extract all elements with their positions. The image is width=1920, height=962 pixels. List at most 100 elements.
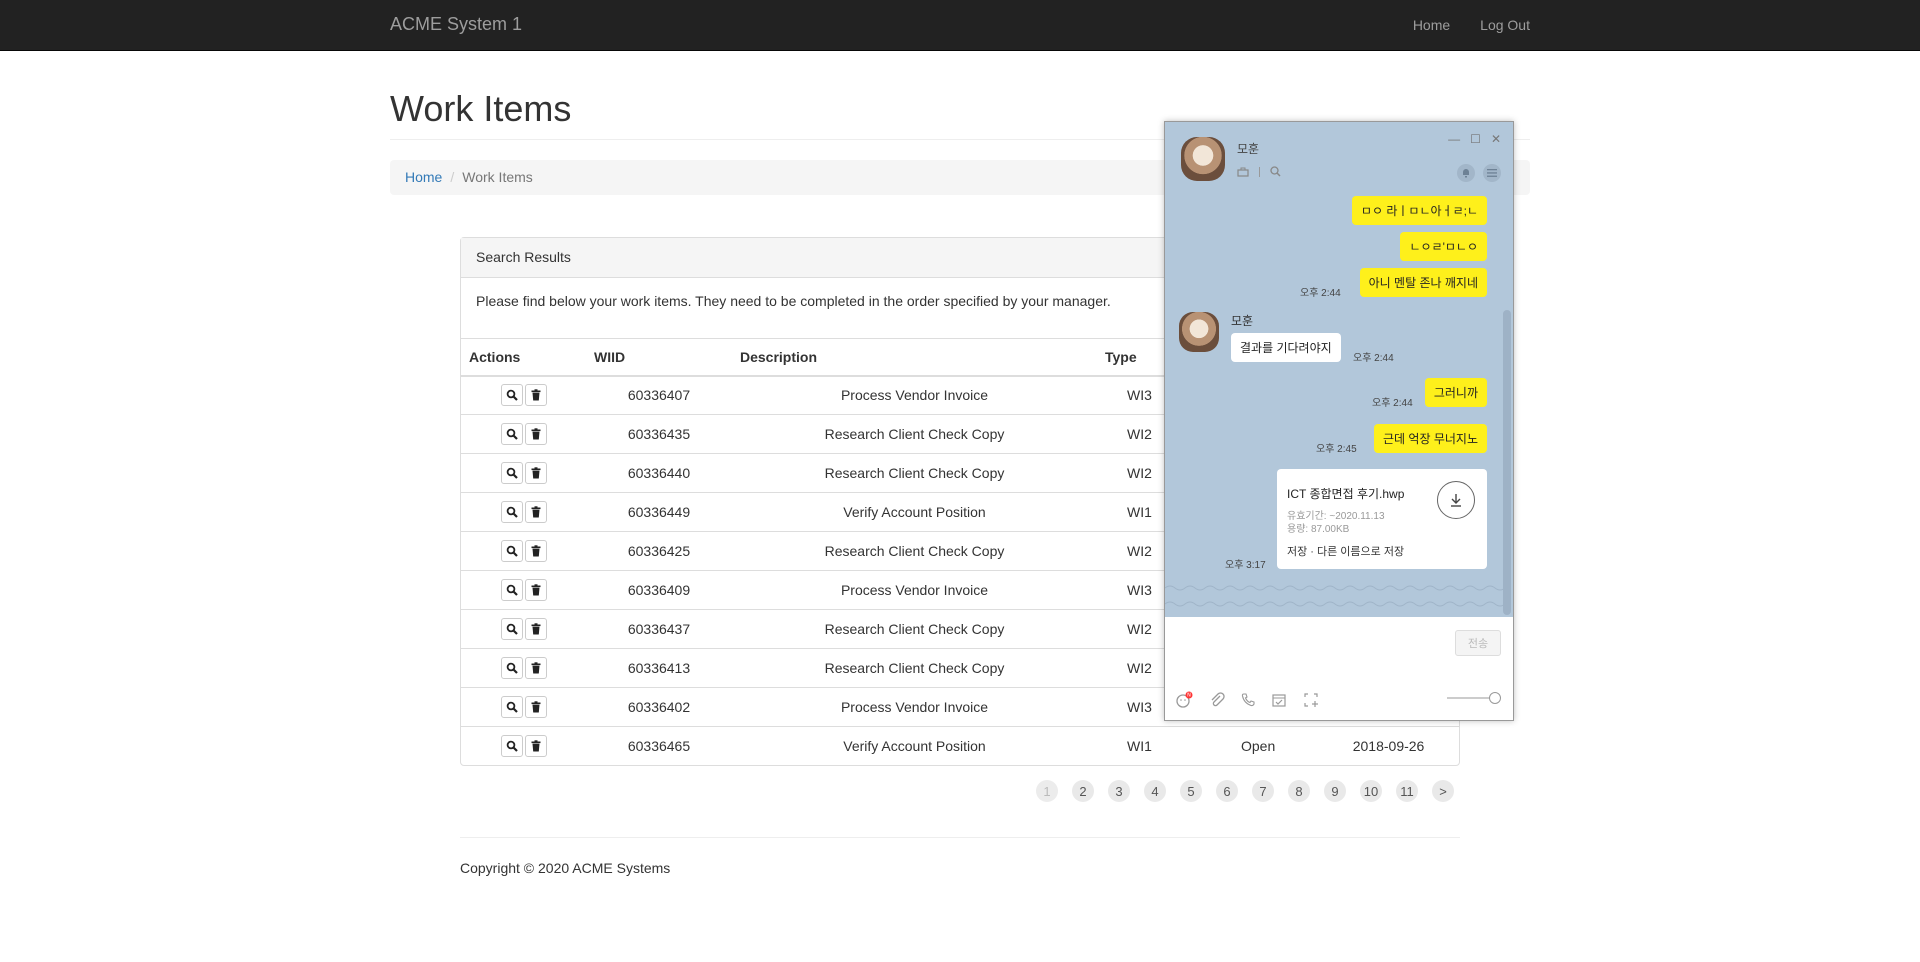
search-icon <box>506 506 518 518</box>
cell-description: Process Vendor Invoice <box>732 570 1097 610</box>
emoticon-icon[interactable]: N <box>1175 691 1193 712</box>
attach-icon[interactable] <box>1209 692 1225 711</box>
calendar-icon[interactable] <box>1271 692 1287 711</box>
cell-description: Research Client Check Copy <box>732 531 1097 571</box>
view-button[interactable] <box>500 462 523 484</box>
cell-description: Verify Account Position <box>732 726 1097 766</box>
cell-actions <box>461 570 586 610</box>
view-button[interactable] <box>500 501 523 523</box>
cell-wiid: 60336440 <box>586 453 732 493</box>
cell-wiid: 60336425 <box>586 531 732 571</box>
cell-wiid: 60336449 <box>586 492 732 532</box>
chat-input-area[interactable]: 전송 N <box>1165 617 1513 720</box>
close-button[interactable]: ✕ <box>1491 132 1501 146</box>
pagination-page[interactable]: 9 <box>1324 780 1346 802</box>
page-title: Work Items <box>390 88 572 129</box>
briefcase-icon[interactable] <box>1237 164 1249 180</box>
sender-name: 모훈 <box>1231 314 1254 328</box>
cell-wiid: 60336409 <box>586 570 732 610</box>
menu-icon[interactable] <box>1483 164 1501 182</box>
breadcrumb-home[interactable]: Home <box>405 169 442 185</box>
bell-icon[interactable] <box>1457 164 1475 182</box>
pagination-page[interactable]: 3 <box>1108 780 1130 802</box>
header-divider <box>1259 167 1260 177</box>
col-description: Description <box>732 338 1097 377</box>
contact-avatar[interactable] <box>1181 137 1225 181</box>
chat-header[interactable]: 모훈 — ☐ ✕ <box>1165 122 1513 192</box>
pagination-page[interactable]: 4 <box>1144 780 1166 802</box>
search-icon[interactable] <box>1270 164 1281 180</box>
file-attachment-card[interactable]: ICT 종합면접 후기.hwp 유효기간: ~2020.11.13 용량: 87… <box>1277 469 1487 569</box>
cell-actions <box>461 531 586 571</box>
wave-divider <box>1165 585 1503 607</box>
breadcrumb-current: Work Items <box>462 169 533 185</box>
brand[interactable]: ACME System 1 <box>390 14 522 35</box>
send-button[interactable]: 전송 <box>1455 630 1501 656</box>
download-icon[interactable] <box>1437 481 1475 519</box>
cell-actions <box>461 609 586 649</box>
pagination-next[interactable]: > <box>1432 780 1454 802</box>
chat-window[interactable]: 모훈 — ☐ ✕ ㅁㅇ 라ㅣㅁㄴ아ㅓㄹ;ㄴ ㄴㅇㄹ'ㅁㄴㅇ 아니 멘탈 존나 깨… <box>1164 121 1514 721</box>
delete-button[interactable] <box>524 579 547 601</box>
message-time: 오후 2:44 <box>1353 353 1394 364</box>
view-button[interactable] <box>500 696 523 718</box>
delete-button[interactable] <box>524 618 547 640</box>
view-button[interactable] <box>500 657 523 679</box>
delete-button[interactable] <box>524 696 547 718</box>
chat-scrollbar[interactable] <box>1503 310 1511 615</box>
message-bubble-other[interactable]: 결과를 기다려야지 <box>1231 333 1341 362</box>
pagination-page[interactable]: 6 <box>1216 780 1238 802</box>
trash-icon <box>531 506 540 518</box>
delete-button[interactable] <box>524 501 547 523</box>
view-button[interactable] <box>500 540 523 562</box>
minimize-button[interactable]: — <box>1448 132 1460 146</box>
delete-button[interactable] <box>524 540 547 562</box>
trash-icon <box>531 623 540 635</box>
pagination-page[interactable]: 8 <box>1288 780 1310 802</box>
view-button[interactable] <box>500 423 523 445</box>
message-bubble-me[interactable]: 아니 멘탈 존나 깨지네 <box>1359 268 1487 297</box>
pagination-page[interactable]: 2 <box>1072 780 1094 802</box>
maximize-button[interactable]: ☐ <box>1470 132 1481 146</box>
slider-handle[interactable] <box>1489 692 1501 704</box>
contact-name: 모훈 <box>1237 142 1260 156</box>
nav-logout[interactable]: Log Out <box>1480 17 1530 33</box>
delete-button[interactable] <box>524 462 547 484</box>
cell-wiid: 60336402 <box>586 687 732 727</box>
phone-icon[interactable] <box>1241 693 1255 710</box>
nav-home[interactable]: Home <box>1413 17 1450 33</box>
cell-status: Open <box>1198 726 1319 766</box>
view-button[interactable] <box>500 579 523 601</box>
chat-menu-tools <box>1457 164 1501 182</box>
pagination-page[interactable]: 5 <box>1180 780 1202 802</box>
delete-button[interactable] <box>524 384 547 407</box>
pagination-page[interactable]: 1 <box>1036 780 1058 802</box>
trash-icon <box>531 584 540 596</box>
cell-wiid: 60336435 <box>586 414 732 454</box>
view-button[interactable] <box>500 735 523 758</box>
view-button[interactable] <box>500 384 523 407</box>
sender-avatar[interactable] <box>1179 312 1219 352</box>
message-bubble-me[interactable]: ㄴㅇㄹ'ㅁㄴㅇ <box>1400 232 1487 261</box>
screen-capture-icon[interactable] <box>1303 692 1319 711</box>
svg-text:N: N <box>1187 693 1191 699</box>
cell-wiid: 60336407 <box>586 375 732 415</box>
pagination-page[interactable]: 10 <box>1360 780 1382 802</box>
pagination-page[interactable]: 7 <box>1252 780 1274 802</box>
message-bubble-me[interactable]: ㅁㅇ 라ㅣㅁㄴ아ㅓㄹ;ㄴ <box>1351 196 1487 225</box>
file-save-links[interactable]: 저장 · 다른 이름으로 저장 <box>1287 543 1404 559</box>
opacity-slider[interactable] <box>1447 692 1501 704</box>
cell-actions <box>461 375 586 415</box>
table-row: 60336465 Verify Account Position WI1 Open… <box>461 726 1459 766</box>
file-size: 용량: 87.00KB <box>1287 524 1350 535</box>
message-bubble-me[interactable]: 근데 억장 무너지노 <box>1374 424 1487 453</box>
message-bubble-me[interactable]: 그러니까 <box>1424 378 1487 407</box>
delete-button[interactable] <box>524 423 547 445</box>
cell-description: Verify Account Position <box>732 492 1097 532</box>
delete-button[interactable] <box>524 657 547 679</box>
view-button[interactable] <box>500 618 523 640</box>
chat-header-tools <box>1237 164 1281 180</box>
delete-button[interactable] <box>524 735 547 758</box>
cell-description: Research Client Check Copy <box>732 609 1097 649</box>
pagination-page[interactable]: 11 <box>1396 780 1418 802</box>
